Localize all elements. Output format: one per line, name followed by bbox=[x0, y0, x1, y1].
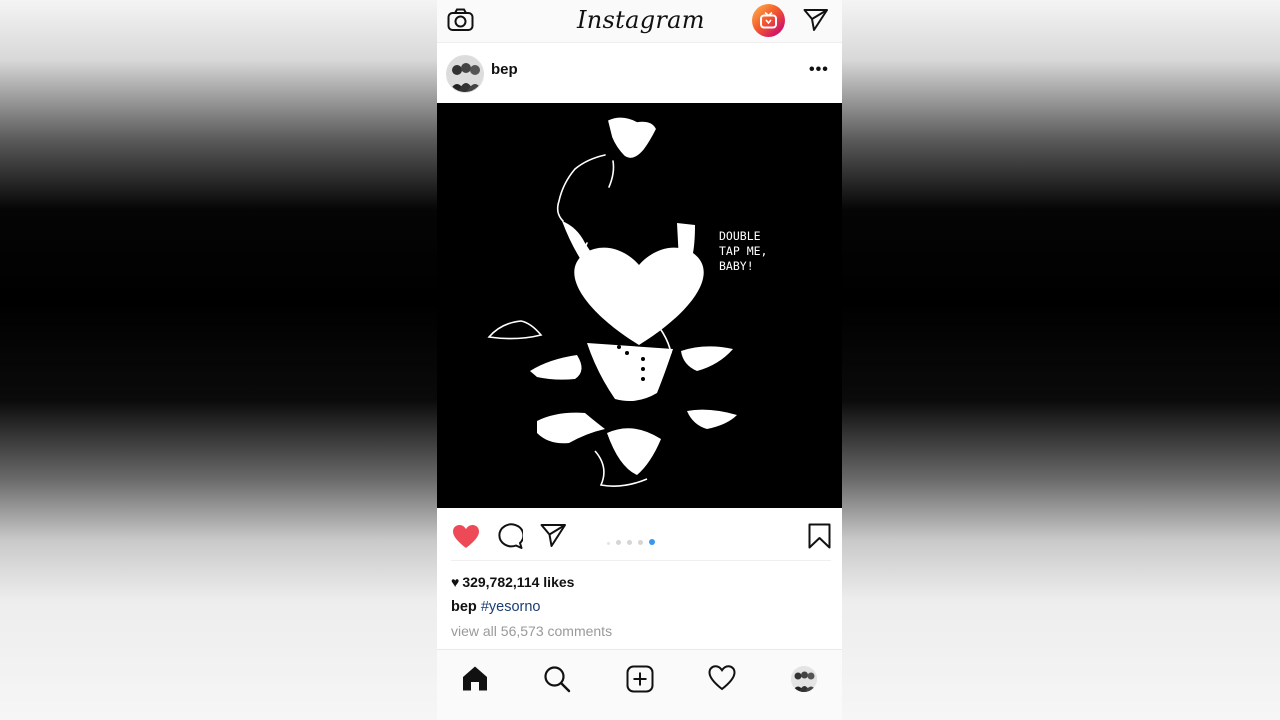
add-post-icon[interactable] bbox=[626, 665, 654, 698]
igtv-icon[interactable] bbox=[752, 4, 785, 37]
likes-count[interactable]: ♥ 329,782,114 likes bbox=[451, 574, 574, 590]
carousel-indicator bbox=[607, 532, 661, 550]
comment-icon[interactable] bbox=[496, 523, 525, 554]
post-caption: bep #yesorno bbox=[451, 599, 540, 615]
illustration bbox=[487, 117, 737, 487]
post-actions bbox=[437, 508, 842, 562]
caption-hashtag[interactable]: #yesorno bbox=[481, 599, 541, 615]
caption-username[interactable]: bep bbox=[451, 599, 477, 615]
heart-icon[interactable] bbox=[452, 524, 480, 554]
actions-divider bbox=[451, 560, 831, 561]
direct-message-icon[interactable] bbox=[803, 8, 829, 37]
view-comments-link[interactable]: view all 56,573 comments bbox=[451, 623, 612, 639]
likes-heart-icon: ♥ bbox=[451, 574, 460, 590]
bottom-nav bbox=[437, 649, 842, 720]
top-bar: Instagram bbox=[437, 0, 842, 43]
likes-text: 329,782,114 likes bbox=[462, 574, 575, 590]
profile-avatar[interactable] bbox=[791, 666, 817, 692]
activity-icon[interactable] bbox=[708, 665, 736, 696]
camera-icon[interactable] bbox=[447, 8, 474, 32]
post-username[interactable]: bep bbox=[491, 61, 518, 78]
user-avatar[interactable] bbox=[446, 55, 484, 93]
instagram-logo: Instagram bbox=[577, 6, 705, 34]
home-icon[interactable] bbox=[461, 665, 489, 697]
more-options-icon[interactable]: ••• bbox=[809, 61, 829, 79]
post-header: bep ••• bbox=[437, 43, 842, 103]
bookmark-icon[interactable] bbox=[808, 523, 831, 554]
illustration-text: DOUBLE TAP ME, BABY! bbox=[719, 229, 768, 273]
search-icon[interactable] bbox=[543, 665, 571, 698]
post-image[interactable]: DOUBLE TAP ME, BABY! bbox=[437, 103, 842, 508]
instagram-app: Instagram bep ••• DOUBLE TAP ME, BABY! ♥… bbox=[437, 0, 842, 720]
share-icon[interactable] bbox=[540, 523, 567, 553]
